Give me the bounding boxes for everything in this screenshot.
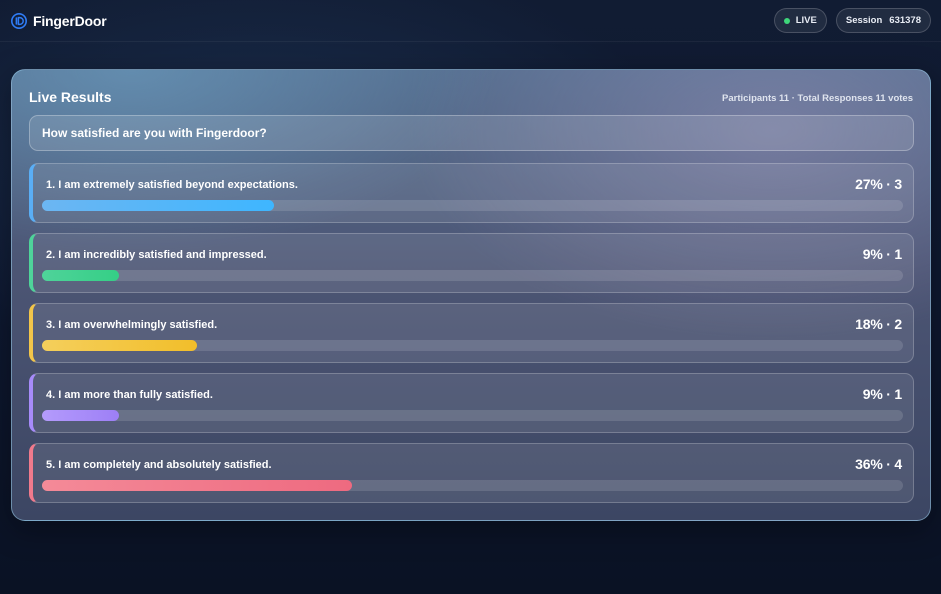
result-bar-fill xyxy=(42,270,120,281)
option-row: 1. I am extremely satisfied beyond expec… xyxy=(29,163,914,223)
live-results-card: Live Results Participants 11 · Total Res… xyxy=(11,69,931,521)
result-bar-fill xyxy=(42,410,120,421)
poll-question: How satisfied are you with Fingerdoor? xyxy=(29,115,914,151)
option-row: 5. I am completely and absolutely satisf… xyxy=(29,443,914,503)
live-label: LIVE xyxy=(795,15,817,26)
option-label: 3. I am overwhelmingly satisfied. xyxy=(46,319,218,331)
brand-name: FingerDoor xyxy=(33,12,107,29)
option-row: 4. I am more than fully satisfied. 9% · … xyxy=(29,373,914,433)
option-result: 27% · 3 xyxy=(855,176,902,192)
option-result: 36% · 4 xyxy=(855,456,902,472)
result-bar-fill xyxy=(42,200,275,211)
result-bar-track xyxy=(42,410,903,421)
session-id: 631378 xyxy=(889,15,921,26)
header-status: LIVE Session 631378 xyxy=(773,8,931,33)
result-bar-track xyxy=(42,200,903,211)
option-row: 3. I am overwhelmingly satisfied. 18% · … xyxy=(29,303,914,363)
participation-stats: Participants 11 · Total Responses 11 vot… xyxy=(722,93,913,104)
app-root: FingerDoor LIVE Session 631378 Live Resu… xyxy=(0,0,941,594)
result-bar-fill xyxy=(42,480,352,491)
option-result: 9% · 1 xyxy=(862,246,902,262)
result-bar-track xyxy=(42,480,903,491)
option-label: 2. I am incredibly satisfied and impress… xyxy=(46,249,267,261)
live-dot-icon xyxy=(783,17,790,24)
option-label: 1. I am extremely satisfied beyond expec… xyxy=(46,179,298,191)
session-label: Session xyxy=(845,15,883,26)
result-bar-fill xyxy=(42,340,197,351)
card-title: Live Results xyxy=(29,89,112,105)
option-row: 2. I am incredibly satisfied and impress… xyxy=(29,233,914,293)
option-result: 18% · 2 xyxy=(855,316,902,332)
result-bar-track xyxy=(42,340,903,351)
result-bar-track xyxy=(42,270,903,281)
live-badge: LIVE xyxy=(773,8,827,33)
option-result: 9% · 1 xyxy=(862,386,902,402)
session-badge[interactable]: Session 631378 xyxy=(835,8,931,33)
brand[interactable]: FingerDoor xyxy=(11,12,107,29)
fingerdoor-logo-icon xyxy=(11,12,27,29)
options-list: 1. I am extremely satisfied beyond expec… xyxy=(29,163,914,513)
top-bar: FingerDoor LIVE Session 631378 xyxy=(0,0,941,42)
option-label: 4. I am more than fully satisfied. xyxy=(46,389,213,401)
option-label: 5. I am completely and absolutely satisf… xyxy=(46,459,272,471)
